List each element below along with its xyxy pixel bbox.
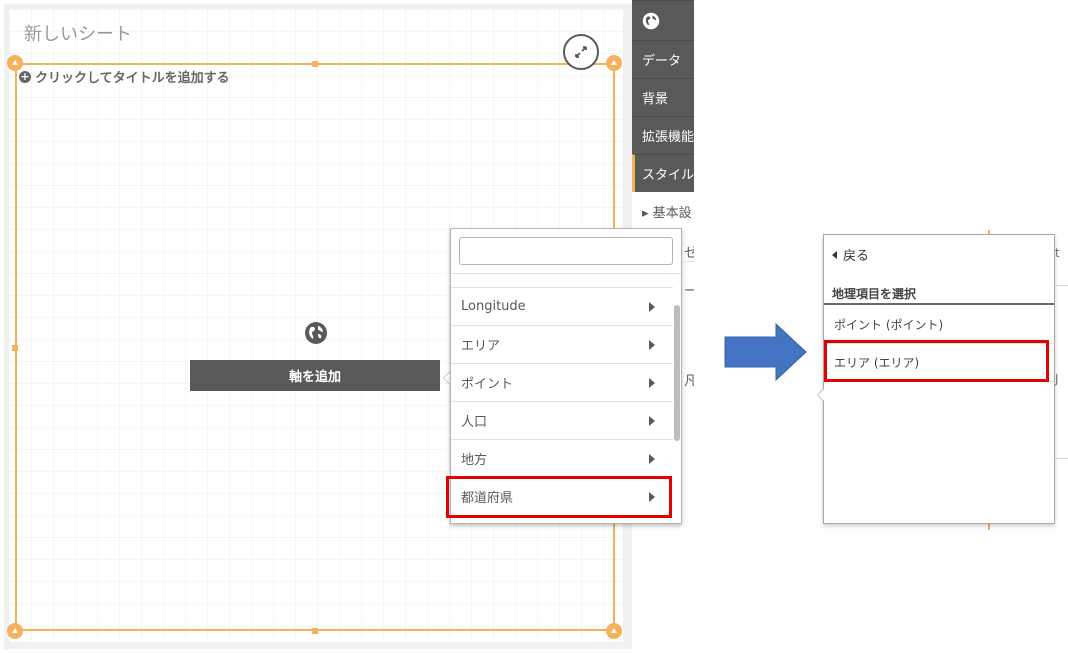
chevron-right-icon: [649, 454, 655, 464]
resize-handle-left[interactable]: [12, 345, 18, 351]
resize-handle-bottom-left[interactable]: [7, 623, 23, 639]
background-fragment: t: [1055, 246, 1060, 260]
panel-header-globe: [632, 0, 694, 40]
add-title-label: クリックしてタイトルを追加する: [35, 71, 230, 86]
dropdown-item-population[interactable]: 人口: [451, 401, 673, 439]
chevron-right-icon: [649, 340, 655, 350]
back-label: 戻る: [843, 249, 870, 264]
expand-button[interactable]: [563, 34, 599, 70]
globe-icon: [642, 12, 660, 29]
field-search-input[interactable]: [459, 237, 673, 265]
chevron-right-icon: [649, 378, 655, 388]
panel-section-basic[interactable]: ▸ 基本設: [642, 202, 694, 221]
popup-heading: 地理項目を選択: [832, 287, 917, 301]
chevron-right-icon: [649, 302, 655, 312]
background-rule: [1055, 458, 1068, 459]
globe-icon: [305, 322, 327, 344]
arrow-right-icon: [724, 323, 807, 381]
panel-tab-data[interactable]: データ: [632, 40, 694, 78]
dropdown-item-region[interactable]: 地方: [451, 439, 673, 477]
highlight-box-prefecture: [446, 476, 672, 518]
popup-heading-divider: [824, 303, 1054, 305]
add-title-prompt[interactable]: + クリックしてタイトルを追加する: [19, 67, 230, 86]
dropdown-item-label: ポイント: [461, 377, 514, 392]
highlight-box-area: [824, 340, 1049, 382]
dropdown-item-point[interactable]: ポイント: [451, 363, 673, 401]
chevron-right-icon: [649, 416, 655, 426]
dropdown-item-longitude[interactable]: Longitude: [451, 287, 673, 325]
dropdown-item-label: エリア: [461, 339, 501, 354]
dropdown-item-area[interactable]: エリア: [451, 325, 673, 363]
background-rule: [1055, 285, 1068, 286]
panel-section-2[interactable]: ゼ: [684, 242, 694, 262]
panel-tab-extensions[interactable]: 拡張機能: [632, 116, 694, 154]
expand-icon: [575, 46, 587, 58]
dropdown-item-label: 地方: [461, 453, 488, 468]
panel-tab-background[interactable]: 背景: [632, 78, 694, 116]
background-fragment: J: [1055, 372, 1059, 386]
dropdown-item-label: 人口: [461, 415, 488, 430]
panel-section-legend[interactable]: 凡: [684, 370, 694, 389]
resize-handle-bottom[interactable]: [312, 628, 318, 634]
resize-handle-top[interactable]: [312, 61, 318, 67]
dropdown-scrollbar[interactable]: [674, 305, 680, 441]
add-axis-button[interactable]: 軸を追加: [190, 360, 440, 391]
chevron-left-icon: [832, 250, 837, 259]
resize-handle-top-right[interactable]: [606, 55, 622, 71]
panel-section-3[interactable]: ー: [684, 280, 694, 299]
resize-handle-bottom-right[interactable]: [606, 623, 622, 639]
popup-pointer: [817, 388, 824, 402]
dropdown-divider: [451, 273, 681, 274]
dropdown-item-label: Longitude: [461, 299, 526, 314]
panel-tab-style[interactable]: スタイル: [632, 154, 694, 192]
sheet-title[interactable]: 新しいシート: [24, 20, 132, 46]
plus-icon: +: [19, 69, 31, 83]
back-button[interactable]: 戻る: [832, 245, 869, 264]
left-screenshot: 新しいシート + クリックしてタイトルを追加する 軸を追加 データ 背景 拡張機…: [0, 0, 694, 653]
geo-item-point[interactable]: ポイント (ポイント): [824, 306, 1054, 344]
